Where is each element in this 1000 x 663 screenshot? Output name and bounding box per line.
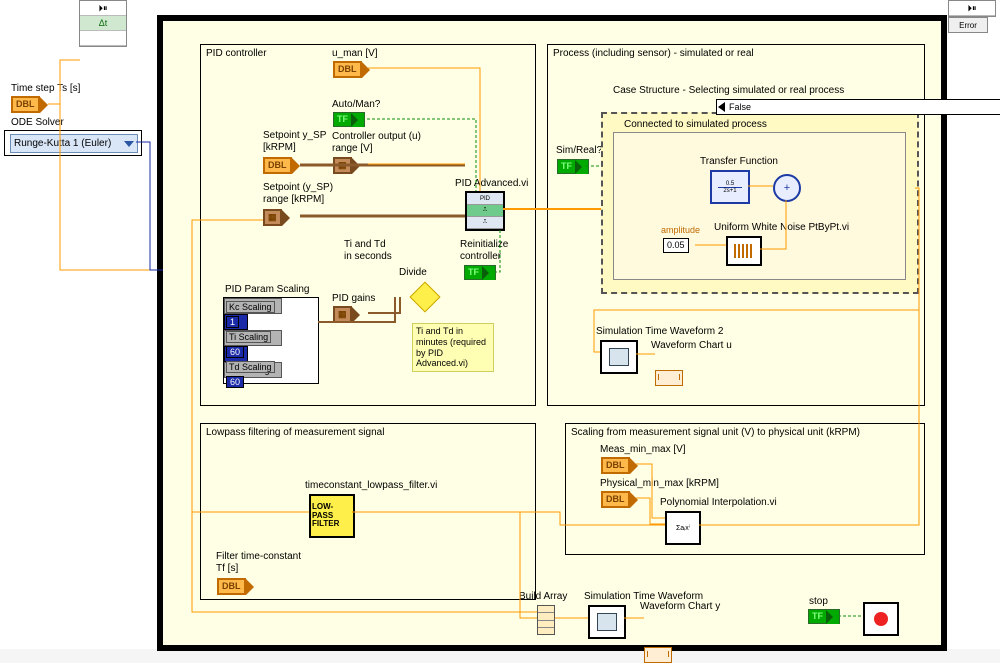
stop-label: stop [809, 596, 828, 608]
chevron-down-icon [124, 141, 134, 147]
phys-label: Physical_min_max [kRPM] [600, 478, 719, 490]
ti-scaling-value[interactable]: 60 [226, 345, 244, 359]
pid-advanced-label: PID Advanced.vi [455, 178, 528, 190]
meas-label: Meas_min_max [V] [600, 444, 686, 456]
waveform-u-indicator[interactable] [655, 370, 683, 386]
transfer-fn-label: Transfer Function [700, 156, 778, 168]
ti-td-minutes-tip: Ti and Td in minutes (required by PID Ad… [412, 323, 494, 372]
setpoint-label: Setpoint y_SP [kRPM] [263, 130, 326, 153]
build-array-node[interactable] [537, 605, 555, 635]
sim-real-terminal[interactable]: TF [557, 159, 589, 174]
left-tool-palette: ⏵⏸ Δt [79, 0, 127, 47]
pid-gains-label: PID gains [332, 293, 375, 305]
sum-junction-icon[interactable]: + [773, 174, 801, 202]
stop-tf-terminal[interactable]: TF [808, 609, 840, 624]
kc-scaling-value[interactable]: 1 [226, 315, 239, 329]
filter-tc-terminal[interactable]: DBL [217, 578, 254, 595]
ode-solver-value: Runge-Kutta 1 (Euler) [14, 138, 111, 149]
case-selector-value: False [729, 102, 751, 112]
time-step-label: Time step Ts [s] [11, 83, 80, 95]
build-array-label: Build Array [519, 591, 567, 603]
kc-scaling-label: Kc Scaling [226, 300, 275, 314]
td-scaling-value[interactable]: 60 [226, 375, 244, 389]
amplitude-value[interactable]: 0.05 [663, 238, 689, 253]
sim-real-label: Sim/Real? [556, 145, 602, 157]
waveform-y-indicator[interactable] [644, 647, 672, 663]
pid-gains-terminal[interactable]: ▦ [333, 306, 360, 323]
poly-interpolation-vi[interactable]: Σaᵢxⁱ [665, 511, 701, 545]
controller-output-label: Controller output (u) range [V] [332, 131, 421, 154]
controller-output-terminal[interactable]: ▦ [333, 157, 360, 174]
lowpass-vi[interactable]: LOW-PASSFILTER [309, 494, 355, 538]
phys-terminal[interactable]: DBL [601, 491, 638, 508]
u-man-label: u_man [V] [332, 48, 378, 60]
auto-man-label: Auto/Man? [332, 99, 380, 111]
divide-label: Divide [399, 267, 427, 279]
setpoint-terminal[interactable]: DBL [263, 157, 300, 174]
process-title: Process (including sensor) - simulated o… [553, 48, 754, 60]
time-step-dbl-terminal[interactable]: DBL [11, 96, 48, 113]
pid-advanced-vi[interactable]: PID⎍⎍ [465, 191, 505, 231]
meas-terminal[interactable]: DBL [601, 457, 638, 474]
case-title: Case Structure - Selecting simulated or … [613, 85, 844, 97]
palette-run-icon: ⏵⏸ [80, 1, 126, 16]
stop-icon [874, 612, 888, 626]
setpoint-range-label: Setpoint (y_SP) range [kRPM] [263, 182, 333, 205]
pid-title: PID controller [206, 48, 267, 60]
ode-solver-selector[interactable]: Runge-Kutta 1 (Euler) [10, 134, 138, 153]
scaling-title: Scaling from measurement signal unit (V)… [571, 427, 860, 439]
auto-man-tf-terminal[interactable]: TF [333, 112, 365, 127]
error-indicator: Error [948, 17, 988, 33]
setpoint-range-terminal[interactable]: ▦ [263, 209, 290, 226]
pid-param-scaling-title: PID Param Scaling [225, 284, 309, 296]
u-man-dbl-terminal[interactable]: DBL [333, 61, 370, 78]
reinit-label: Reinitialize controller [460, 239, 508, 262]
arrow-left-icon[interactable] [718, 102, 725, 112]
palette-blank [80, 31, 126, 46]
ti-td-seconds-label: Ti and Td in seconds [344, 239, 392, 262]
sim-waveform2-vi[interactable] [600, 340, 638, 374]
dt-indicator: Δt [80, 16, 126, 31]
lowpass-vi-label: timeconstant_lowpass_filter.vi [305, 480, 437, 492]
sim-waveform-vi[interactable] [588, 605, 626, 639]
poly-label: Polynomial Interpolation.vi [660, 497, 777, 509]
ti-scaling-label: Ti Scaling [226, 330, 271, 344]
amplitude-label: amplitude [661, 225, 700, 235]
waveform-u-label: Waveform Chart u [651, 340, 732, 352]
transfer-fn-block[interactable]: 0.5 2s+1 [710, 170, 750, 204]
lowpass-title: Lowpass filtering of measurement signal [206, 427, 384, 439]
xfer-denominator: 2s+1 [723, 188, 736, 194]
palette-run-icon: ⏵⏸ [949, 1, 995, 16]
right-tool-palette: ⏵⏸ [948, 0, 996, 17]
reinit-tf-terminal[interactable]: TF [464, 265, 496, 280]
waveform-y-label: Waveform Chart y [640, 601, 720, 613]
sim-waveform2-label: Simulation Time Waveform 2 [596, 326, 723, 338]
td-scaling-label: Td Scaling [226, 360, 275, 374]
stop-button[interactable] [863, 602, 899, 636]
noise-vi[interactable] [726, 236, 762, 266]
filter-tc-label: Filter time-constant Tf [s] [216, 551, 301, 574]
ode-solver-label: ODE Solver [11, 117, 64, 129]
connected-label: Connected to simulated process [624, 119, 767, 131]
case-selector[interactable]: False [716, 99, 1000, 115]
noise-vi-label: Uniform White Noise PtByPt.vi [714, 222, 849, 234]
